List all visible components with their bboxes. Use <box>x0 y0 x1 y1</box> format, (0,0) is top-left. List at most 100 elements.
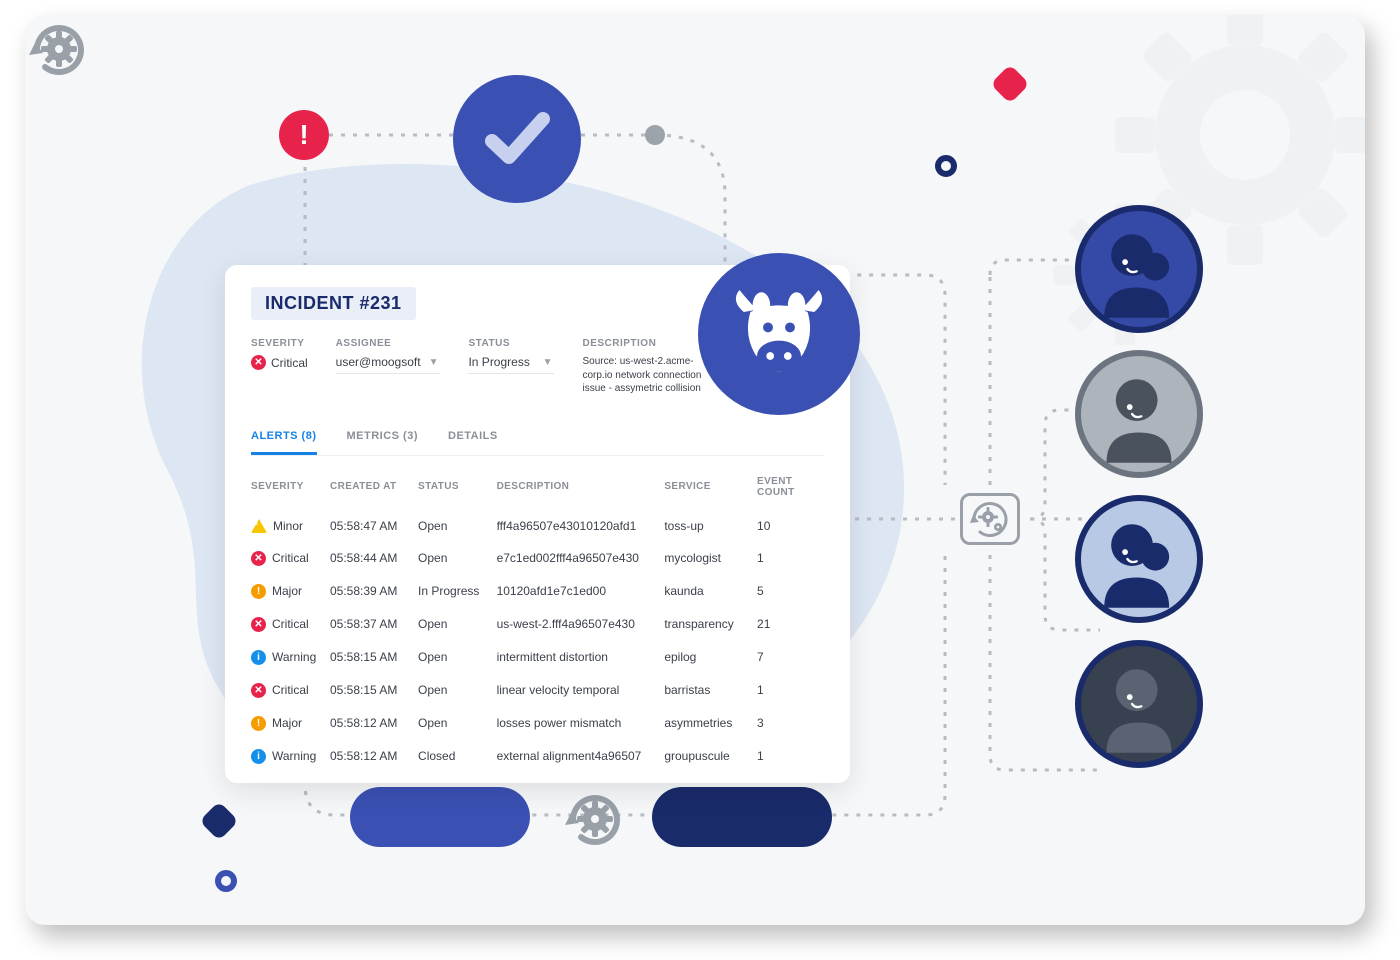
cell-status: Open <box>418 641 497 674</box>
alert-icon: ! <box>279 110 329 160</box>
cell-count: 3 <box>757 707 824 740</box>
tab-details[interactable]: DETAILS <box>448 422 498 455</box>
cell-severity: Minor <box>251 510 330 542</box>
status-label: STATUS <box>468 338 554 349</box>
gear-reload-icon <box>25 15 93 83</box>
incident-title: INCIDENT #231 <box>251 287 416 320</box>
avatar-2 <box>1075 350 1203 478</box>
cell-service: transparency <box>664 608 757 641</box>
critical-icon: ✕ <box>251 355 266 370</box>
cell-status: Open <box>418 674 497 707</box>
cell-severity: !Major <box>251 575 330 608</box>
col-status[interactable]: STATUS <box>418 464 497 510</box>
cell-severity: ✕Critical <box>251 542 330 575</box>
col-created[interactable]: CREATED AT <box>330 464 418 510</box>
col-count[interactable]: EVENT COUNT <box>757 464 824 510</box>
severity-value: Critical <box>271 356 308 370</box>
cell-created: 05:58:15 AM <box>330 641 418 674</box>
warning-icon: i <box>251 749 266 764</box>
cell-severity: ✕Critical <box>251 608 330 641</box>
cell-service: barristas <box>664 674 757 707</box>
description-label: DESCRIPTION <box>582 338 712 349</box>
cell-severity: !Major <box>251 707 330 740</box>
chevron-down-icon: ▼ <box>429 357 439 368</box>
bottom-pill-2 <box>652 787 832 847</box>
cell-service: groupuscule <box>664 740 757 773</box>
major-icon: ! <box>251 584 266 599</box>
table-row[interactable]: ✕Critical05:58:37 AMOpenus-west-2.fff4a9… <box>251 608 824 641</box>
assignee-select[interactable]: user@moogsoft▼ <box>336 355 441 374</box>
alerts-table: SEVERITY CREATED AT STATUS DESCRIPTION S… <box>251 464 824 773</box>
status-select[interactable]: In Progress▼ <box>468 355 554 374</box>
assignee-label: ASSIGNEE <box>336 338 441 349</box>
accent-diamond-navy <box>199 801 239 841</box>
tab-metrics[interactable]: METRICS (3) <box>347 422 419 455</box>
cell-created: 05:58:37 AM <box>330 608 418 641</box>
cell-count: 7 <box>757 641 824 674</box>
tab-alerts[interactable]: ALERTS (8) <box>251 422 317 455</box>
cell-description: losses power mismatch <box>497 707 665 740</box>
col-description[interactable]: DESCRIPTION <box>497 464 665 510</box>
cell-created: 05:58:12 AM <box>330 707 418 740</box>
table-row[interactable]: !Major05:58:39 AMIn Progress10120afd1e7c… <box>251 575 824 608</box>
cell-service: asymmetries <box>664 707 757 740</box>
cell-service: mycologist <box>664 542 757 575</box>
cell-created: 05:58:44 AM <box>330 542 418 575</box>
cell-created: 05:58:12 AM <box>330 740 418 773</box>
avatar-3 <box>1075 495 1203 623</box>
cell-severity: iWarning <box>251 740 330 773</box>
table-row[interactable]: ✕Critical05:58:44 AMOpene7c1ed002fff4a96… <box>251 542 824 575</box>
cell-description: e7c1ed002fff4a96507e430 <box>497 542 665 575</box>
warning-icon: i <box>251 650 266 665</box>
cell-severity: ✕Critical <box>251 674 330 707</box>
cell-created: 05:58:47 AM <box>330 510 418 542</box>
accent-ring-blue <box>215 870 237 892</box>
severity-label: SEVERITY <box>251 338 308 349</box>
cell-service: epilog <box>664 641 757 674</box>
minor-icon <box>251 519 267 533</box>
cell-count: 1 <box>757 542 824 575</box>
node-dot <box>645 125 665 145</box>
gearbox-icon <box>960 493 1020 545</box>
table-row[interactable]: !Major05:58:12 AMOpenlosses power mismat… <box>251 707 824 740</box>
cell-count: 1 <box>757 674 824 707</box>
chevron-down-icon: ▼ <box>543 357 553 368</box>
accent-diamond-red <box>990 64 1030 104</box>
cell-status: Open <box>418 707 497 740</box>
avatar-1 <box>1075 205 1203 333</box>
cell-severity: iWarning <box>251 641 330 674</box>
cell-description: external alignment4a96507 <box>497 740 665 773</box>
critical-icon: ✕ <box>251 683 266 698</box>
cell-count: 1 <box>757 740 824 773</box>
gear-reload-bottom-icon <box>561 785 629 853</box>
cell-status: In Progress <box>418 575 497 608</box>
major-icon: ! <box>251 716 266 731</box>
incident-card: INCIDENT #231 SEVERITY ✕Critical ASSIGNE… <box>225 265 850 783</box>
col-severity[interactable]: SEVERITY <box>251 464 330 510</box>
severity-field: SEVERITY ✕ Critical <box>251 338 308 396</box>
table-row[interactable]: iWarning05:58:12 AMClosedexternal alignm… <box>251 740 824 773</box>
critical-icon: ✕ <box>251 551 266 566</box>
table-row[interactable]: iWarning05:58:15 AMOpenintermittent dist… <box>251 641 824 674</box>
table-row[interactable]: Minor05:58:47 AMOpenfff4a96507e43010120a… <box>251 510 824 542</box>
cell-service: kaunda <box>664 575 757 608</box>
table-row[interactable]: ✕Critical05:58:15 AMOpenlinear velocity … <box>251 674 824 707</box>
cell-service: toss-up <box>664 510 757 542</box>
description-text: Source: us-west-2.acme-corp.io network c… <box>582 355 712 396</box>
cell-description: intermittent distortion <box>497 641 665 674</box>
cell-description: fff4a96507e43010120afd1 <box>497 510 665 542</box>
cell-status: Open <box>418 542 497 575</box>
avatar-4 <box>1075 640 1203 768</box>
accent-ring-navy <box>935 155 957 177</box>
canvas-frame: ! <box>25 15 1365 925</box>
cell-created: 05:58:15 AM <box>330 674 418 707</box>
check-icon <box>453 75 581 203</box>
cell-count: 10 <box>757 510 824 542</box>
cell-status: Open <box>418 510 497 542</box>
cell-count: 5 <box>757 575 824 608</box>
cell-description: 10120afd1e7c1ed00 <box>497 575 665 608</box>
cell-description: us-west-2.fff4a96507e430 <box>497 608 665 641</box>
col-service[interactable]: SERVICE <box>664 464 757 510</box>
critical-icon: ✕ <box>251 617 266 632</box>
cow-icon <box>698 253 860 415</box>
